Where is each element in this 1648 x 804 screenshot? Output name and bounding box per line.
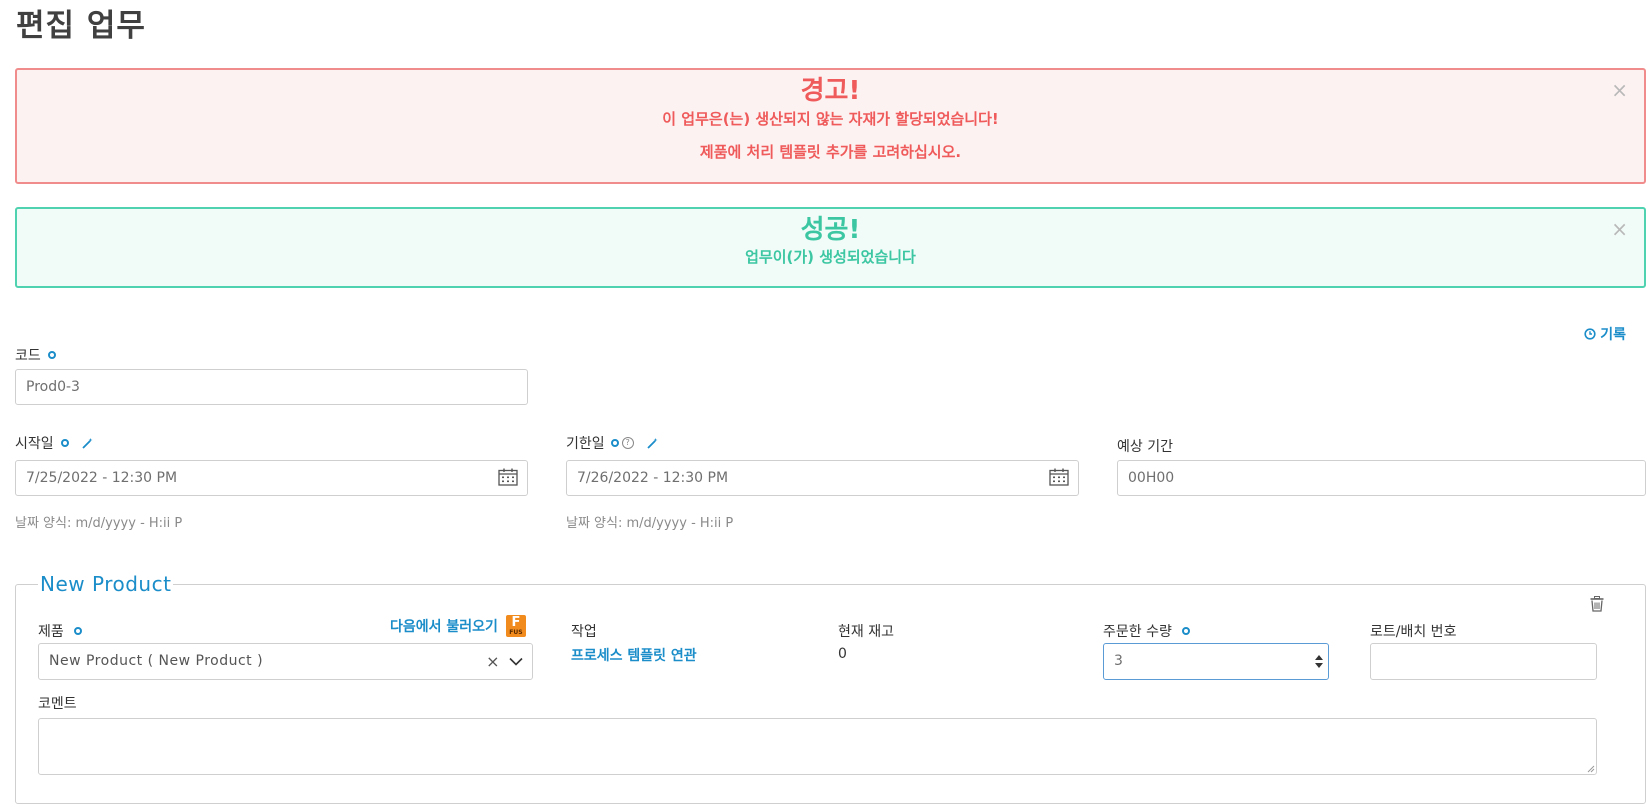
code-label: 코드: [15, 345, 56, 365]
due-date-input[interactable]: 7/26/2022 - 12:30 PM: [566, 460, 1079, 496]
lot-label: 로트/배치 번호: [1370, 621, 1456, 641]
stepper-icon[interactable]: [1314, 653, 1324, 670]
close-icon[interactable]: ×: [1611, 80, 1628, 100]
duration-label: 예상 기간: [1117, 436, 1173, 456]
success-alert: 성공! 업무이(가) 생성되었습니다 ×: [15, 207, 1646, 288]
code-input[interactable]: Prod0-3: [15, 369, 528, 405]
code-label-text: 코드: [15, 348, 41, 364]
comment-label: 코멘트: [38, 693, 77, 713]
required-indicator: [610, 439, 619, 447]
stock-value: 0: [838, 646, 847, 662]
success-alert-title: 성공!: [800, 215, 861, 245]
chevron-down-icon[interactable]: [509, 657, 523, 666]
comment-textarea[interactable]: [38, 718, 1597, 775]
resize-handle-icon[interactable]: [1587, 765, 1595, 773]
ordered-qty-value: 3: [1114, 653, 1123, 669]
due-date-label-text: 기한일: [566, 436, 605, 452]
ordered-qty-label: 주문한 수량: [1103, 621, 1190, 641]
start-date-label: 시작일: [15, 433, 94, 453]
clear-icon[interactable]: ×: [486, 645, 500, 679]
page-title: 편집 업무: [16, 8, 146, 44]
warning-alert: 경고! 이 업무은(는) 생산되지 않는 자재가 할당되었습니다! 제품에 처리…: [15, 68, 1646, 184]
required-indicator: [47, 351, 56, 359]
load-from-link[interactable]: 다음에서 불러오기 F FUS: [390, 615, 526, 637]
close-icon[interactable]: ×: [1611, 219, 1628, 239]
due-date-format-hint: 날짜 양식: m/d/yyyy - H:ii P: [566, 516, 734, 531]
start-date-input[interactable]: 7/25/2022 - 12:30 PM: [15, 460, 528, 496]
duration-input[interactable]: 00H00: [1117, 460, 1646, 496]
start-date-value: 7/25/2022 - 12:30 PM: [26, 470, 178, 486]
product-label-text: 제품: [38, 624, 64, 640]
start-date-format-hint: 날짜 양식: m/d/yyyy - H:ii P: [15, 516, 183, 531]
process-template-link[interactable]: 프로세스 템플릿 연관: [571, 645, 697, 665]
due-date-label: 기한일 ?: [566, 433, 659, 453]
trash-icon[interactable]: [1590, 596, 1604, 612]
start-date-label-text: 시작일: [15, 436, 54, 452]
calendar-icon[interactable]: [1049, 468, 1069, 486]
ordered-qty-input[interactable]: 3: [1103, 643, 1329, 680]
magic-wand-icon[interactable]: [81, 437, 94, 450]
required-indicator: [60, 439, 69, 447]
stock-label: 현재 재고: [838, 621, 894, 641]
product-select-value: New Product ( New Product ): [49, 653, 264, 669]
lot-label-text: 로트/배치 번호: [1370, 624, 1457, 640]
help-icon[interactable]: ?: [621, 437, 634, 449]
stock-label-text: 현재 재고: [838, 624, 894, 640]
calendar-icon[interactable]: [498, 468, 518, 486]
magic-wand-icon[interactable]: [646, 437, 659, 450]
product-label: 제품: [38, 621, 82, 641]
history-label: 기록: [1600, 327, 1626, 343]
fusion-icon: F FUS: [505, 615, 526, 637]
operation-label: 작업: [571, 621, 597, 641]
operation-label-text: 작업: [571, 624, 597, 640]
required-indicator: [1181, 627, 1190, 635]
warning-alert-message: 이 업무은(는) 생산되지 않는 자재가 할당되었습니다!: [662, 110, 999, 128]
comment-label-text: 코멘트: [38, 696, 77, 712]
product-select[interactable]: New Product ( New Product ) ×: [38, 643, 533, 680]
clock-icon: [1584, 328, 1596, 340]
duration-label-text: 예상 기간: [1117, 439, 1173, 455]
success-alert-message: 업무이(가) 생성되었습니다: [745, 248, 916, 266]
fusion-icon-sub: FUS: [509, 629, 523, 636]
history-link[interactable]: 기록: [1584, 324, 1626, 344]
ordered-qty-label-text: 주문한 수량: [1103, 624, 1172, 640]
required-indicator: [73, 627, 82, 635]
lot-input[interactable]: [1370, 643, 1597, 680]
warning-alert-title: 경고!: [800, 76, 861, 106]
load-from-label: 다음에서 불러오기: [390, 619, 498, 635]
fusion-icon-letter: F: [511, 615, 521, 630]
warning-alert-suggestion: 제품에 처리 템플릿 추가를 고려하십시오.: [699, 143, 962, 161]
product-section-title: New Product: [40, 572, 172, 596]
due-date-value: 7/26/2022 - 12:30 PM: [577, 470, 729, 486]
